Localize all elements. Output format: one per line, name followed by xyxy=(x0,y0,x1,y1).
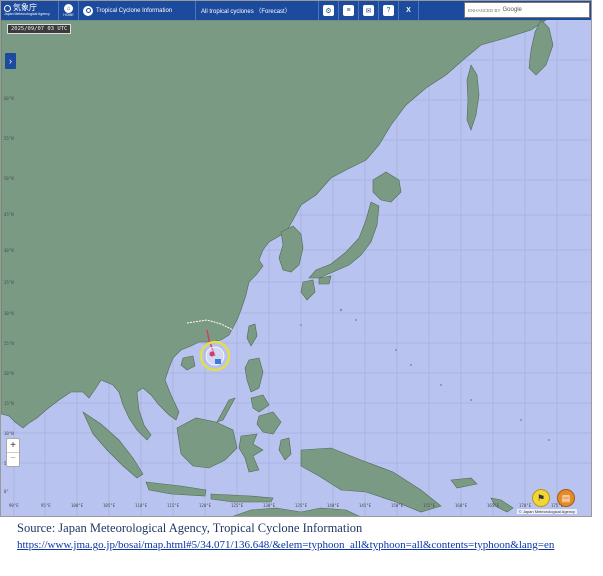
lat-label: 30°N xyxy=(4,311,14,316)
layers-icon: ▤ xyxy=(561,492,571,503)
search-brand: Google xyxy=(502,7,522,13)
top-navigation-bar: 気象庁 Japan Meteorological Agency ⌂ HOME T… xyxy=(1,1,591,20)
list-icon: ≡ xyxy=(343,5,354,16)
help-icon: ? xyxy=(383,5,394,16)
lon-label: 105°E xyxy=(103,503,116,508)
lat-label: 20°N xyxy=(4,371,14,376)
lat-label: 45°N xyxy=(4,212,14,217)
x-share-button[interactable]: X xyxy=(399,1,419,20)
home-icon: ⌂ xyxy=(64,4,73,13)
map-attribution: © Japan Meteorological Agency xyxy=(516,509,577,514)
tropical-cyclone-info-button[interactable]: Tropical Cyclone Information xyxy=(79,1,196,20)
lon-label: 120°E xyxy=(199,503,212,508)
source-url-link[interactable]: https://www.jma.go.jp/bosai/map.html#5/3… xyxy=(17,538,592,552)
flag-icon: ⚑ xyxy=(536,492,546,503)
zoom-in-button[interactable]: + xyxy=(7,439,19,453)
map-canvas[interactable] xyxy=(1,20,591,516)
lat-label: 15°N xyxy=(4,401,14,406)
lon-label: 140°E xyxy=(327,503,340,508)
lat-label: 0° xyxy=(4,489,9,494)
forecast-selector[interactable]: All tropical cyclones （Forecast） xyxy=(196,1,319,20)
typhoon-center-marker xyxy=(209,351,215,357)
lat-label: 40°N xyxy=(4,248,14,253)
lon-label: 95°E xyxy=(41,503,51,508)
lon-label: 170°E xyxy=(519,503,532,508)
lon-label: 150°E xyxy=(391,503,404,508)
logo-main: 気象庁 xyxy=(4,4,37,12)
settings-button[interactable]: ⚙ xyxy=(319,1,339,20)
jma-emblem-icon xyxy=(4,4,11,12)
jma-map-window: 気象庁 Japan Meteorological Agency ⌂ HOME T… xyxy=(0,0,592,517)
alert-button[interactable]: ✉ xyxy=(359,1,379,20)
site-search-input[interactable]: ENHANCED BY Google xyxy=(464,2,590,18)
lat-label: 55°N xyxy=(4,136,14,141)
gear-icon: ⚙ xyxy=(323,5,334,16)
lat-label: 25°N xyxy=(4,341,14,346)
lat-label: 60°N xyxy=(4,96,14,101)
lon-label: 155°E xyxy=(423,503,436,508)
expand-panel-button[interactable]: › xyxy=(5,53,16,69)
lon-label: 90°E xyxy=(9,503,19,508)
source-caption: Source: Japan Meteorological Agency, Tro… xyxy=(17,521,363,535)
logo-subtext: Japan Meteorological Agency xyxy=(4,12,50,16)
jma-logo[interactable]: 気象庁 Japan Meteorological Agency xyxy=(1,1,59,20)
lon-label: 115°E xyxy=(167,503,180,508)
cyclone-icon xyxy=(83,5,93,16)
map-svg xyxy=(1,20,591,516)
home-label: HOME xyxy=(63,13,74,17)
map-datetime: 2025/09/07 03 UTC xyxy=(7,24,72,34)
lat-label: 35°N xyxy=(4,280,14,285)
lon-label: 110°E xyxy=(135,503,148,508)
lon-label: 160°E xyxy=(455,503,468,508)
lon-label: 135°E xyxy=(295,503,308,508)
lon-label: 165°E xyxy=(487,503,500,508)
list-button[interactable]: ≡ xyxy=(339,1,359,20)
bell-icon: ✉ xyxy=(363,5,374,16)
lon-label: 130°E xyxy=(263,503,276,508)
layer-button[interactable]: ▤ xyxy=(557,489,575,507)
forecast-label: All tropical cyclones （Forecast） xyxy=(201,9,291,15)
home-button[interactable]: ⌂ HOME xyxy=(59,1,79,20)
search-prefix: ENHANCED BY xyxy=(468,7,501,13)
lon-label: 145°E xyxy=(359,503,372,508)
zoom-out-button[interactable]: − xyxy=(7,453,19,466)
storm-label-marker xyxy=(215,359,221,364)
help-button[interactable]: ? xyxy=(379,1,399,20)
chevron-right-icon: › xyxy=(9,56,12,66)
lon-label: 125°E xyxy=(231,503,244,508)
lon-label: 100°E xyxy=(71,503,84,508)
zoom-control: + − xyxy=(6,438,20,467)
logo-text: 気象庁 xyxy=(13,3,37,12)
lat-label: 10°N xyxy=(4,431,14,436)
lat-label: 50°N xyxy=(4,176,14,181)
legend-button[interactable]: ⚑ xyxy=(532,489,550,507)
tc-info-label: Tropical Cyclone Information xyxy=(96,7,173,14)
x-logo-icon: X xyxy=(406,7,411,14)
